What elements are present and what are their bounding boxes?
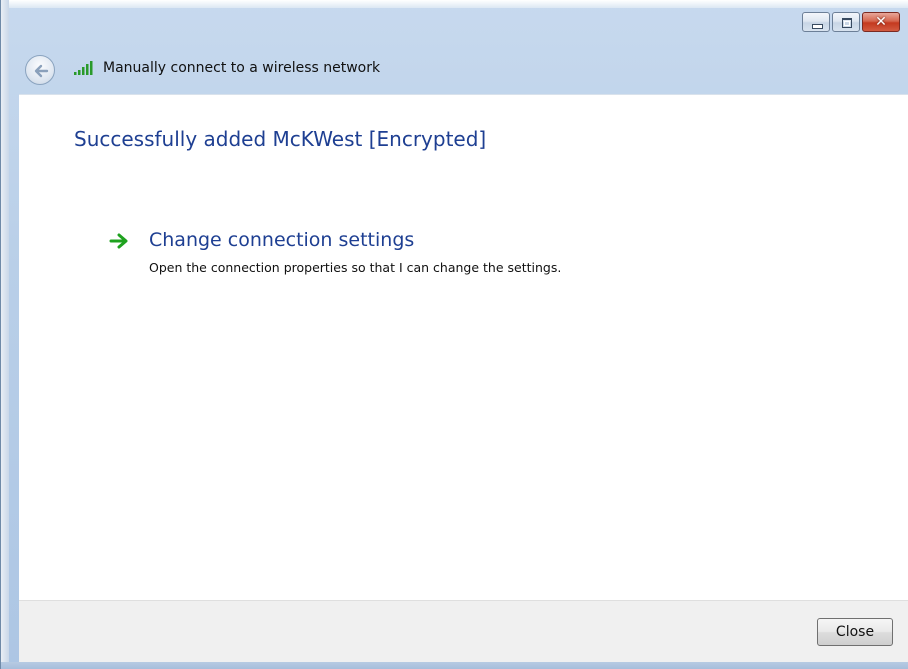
close-button[interactable]: Close xyxy=(817,618,893,646)
change-connection-settings-link[interactable]: Change connection settings Open the conn… xyxy=(109,223,709,283)
title-bar xyxy=(1,0,908,8)
back-arrow-icon xyxy=(34,64,49,78)
dialog-window: ✕ Manually connect to a wireless network… xyxy=(0,0,908,669)
content-panel: Successfully added McKWest [Encrypted] C… xyxy=(19,94,908,601)
minimize-icon xyxy=(812,24,823,29)
page-heading: Successfully added McKWest [Encrypted] xyxy=(74,127,487,151)
back-button[interactable] xyxy=(25,55,55,85)
option-title: Change connection settings xyxy=(149,229,415,251)
minimize-button[interactable] xyxy=(802,12,830,32)
option-description: Open the connection properties so that I… xyxy=(149,260,562,275)
maximize-icon xyxy=(842,18,852,28)
dialog-footer: Close xyxy=(19,600,908,663)
green-arrow-icon xyxy=(109,233,128,249)
wireless-signal-icon xyxy=(74,61,93,75)
window-frame-left xyxy=(1,0,9,669)
maximize-button[interactable] xyxy=(832,12,860,32)
close-icon: ✕ xyxy=(875,14,887,30)
close-window-button[interactable]: ✕ xyxy=(862,12,900,32)
caption-buttons: ✕ xyxy=(802,12,900,32)
dialog-title: Manually connect to a wireless network xyxy=(103,60,381,76)
window-frame-bottom xyxy=(1,662,908,669)
